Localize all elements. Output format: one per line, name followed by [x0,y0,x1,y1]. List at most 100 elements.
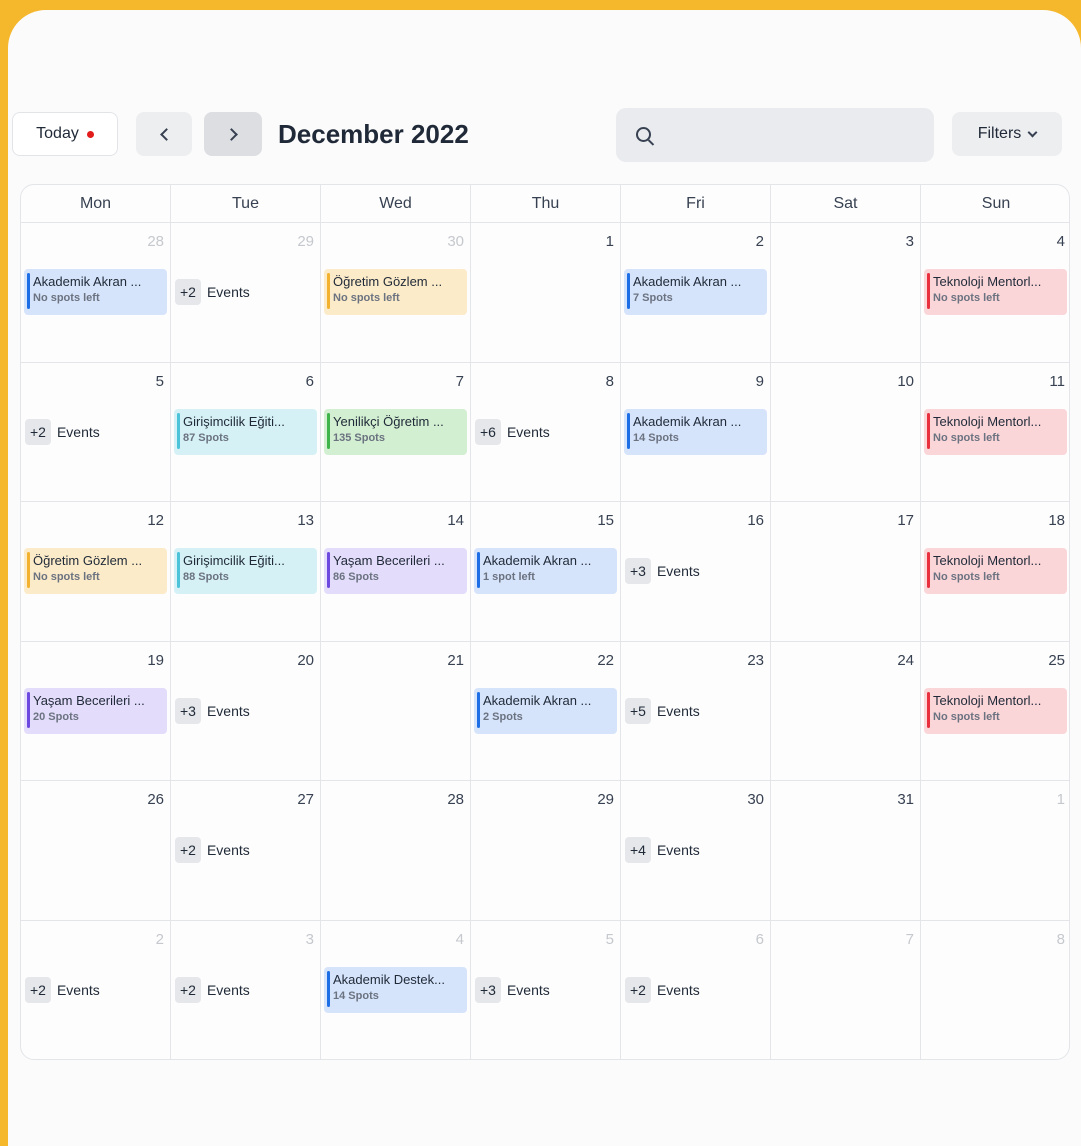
more-events-link[interactable]: +6 Events [475,418,550,445]
event-chip[interactable]: Öğretim Gözlem ... No spots left [24,548,167,594]
day-cell[interactable]: 6 +2 Events [621,920,771,1059]
event-title: Öğretim Gözlem ... [333,274,443,289]
day-cell[interactable]: 29 +2 Events [171,223,321,363]
day-cell[interactable]: 24 [771,641,921,781]
day-cell[interactable]: 7 [771,920,921,1059]
day-cell[interactable]: 17 [771,502,921,642]
more-events-link[interactable]: +2 Events [25,976,100,1003]
event-chip[interactable]: Yenilikçi Öğretim ... 135 Spots [324,408,467,455]
event-chip[interactable]: Akademik Akran ... 2 Spots [474,687,617,734]
day-cell[interactable]: 26 [21,781,171,921]
day-cell[interactable]: 7 Yenilikçi Öğretim ... 135 Spots [321,362,471,502]
event-spots: 86 Spots [333,571,379,583]
day-cell[interactable]: 28 Akademik Akran ... No spots left [21,223,171,363]
event-chip[interactable]: Akademik Destek... 14 Spots [324,966,467,1013]
more-events-label: Events [656,981,700,998]
day-number: 11 [1049,372,1065,390]
day-number: 30 [747,791,764,808]
more-events-count: +3 [625,558,651,584]
day-cell[interactable]: 3 [771,223,921,363]
day-cell[interactable]: 1 [471,223,621,363]
day-cell[interactable]: 13 Girişimcilik Eğiti... 88 Spots [171,502,321,642]
event-chip[interactable]: Teknoloji Mentorl... No spots left [924,269,1067,315]
more-events-count: +4 [625,837,651,863]
day-number: 29 [597,791,614,808]
event-title: Yaşam Becerileri ... [333,553,445,568]
day-cell[interactable]: 18 Teknoloji Mentorl... No spots left [921,502,1069,642]
day-cell[interactable]: 3 +2 Events [171,920,321,1059]
calendar-grid: 28 Akademik Akran ... No spots left 29 +2 Eve… [21,223,1069,1060]
event-title: Teknoloji Mentorl... [933,274,1042,289]
today-indicator-dot [86,130,94,138]
day-cell[interactable]: 11 Teknoloji Mentorl... No spots left [921,363,1069,502]
day-cell[interactable]: 8 +6 Events [471,362,621,502]
event-chip[interactable]: Akademik Akran ... 1 spot left [474,548,617,594]
more-events-label: Events [206,981,250,998]
more-events-link[interactable]: +3 Events [475,976,550,1003]
event-chip[interactable]: Akademik Akran ... 14 Spots [624,408,767,455]
event-chip[interactable]: Teknoloji Mentorl... No spots left [924,408,1067,455]
event-title: Akademik Akran ... [633,413,742,429]
event-title: Yenilikçi Öğretim ... [333,413,444,429]
day-cell[interactable]: 30 +4 Events [621,781,771,921]
filters-button[interactable]: Filters [952,112,1062,156]
day-cell[interactable]: 12 Öğretim Gözlem ... No spots left [21,502,171,642]
more-events-count: +5 [625,697,651,724]
next-month-button[interactable] [204,112,262,156]
previous-month-button[interactable] [136,112,192,156]
day-cell[interactable]: 6 Girişimcilik Eğiti... 87 Spots [171,362,321,502]
day-cell[interactable]: 16 +3 Events [621,502,771,642]
event-chip[interactable]: Akademik Akran ... No spots left [24,269,167,315]
event-chip[interactable]: Girişimcilik Eğiti... 87 Spots [174,408,317,455]
more-events-link[interactable]: +3 Events [625,558,700,584]
more-events-link[interactable]: +5 Events [625,697,700,724]
day-cell[interactable]: 1 [921,781,1069,921]
event-chip[interactable]: Akademik Akran ... 7 Spots [624,269,767,315]
search-icon [636,127,651,142]
event-chip[interactable]: Yaşam Becerileri ... 86 Spots [324,548,467,594]
event-chip[interactable]: Girişimcilik Eğiti... 88 Spots [174,548,317,594]
day-cell[interactable]: 30 Öğretim Gözlem ... No spots left [321,223,471,363]
day-cell[interactable]: 22 Akademik Akran ... 2 Spots [471,641,621,781]
day-cell[interactable]: 2 Akademik Akran ... 7 Spots [621,223,771,363]
event-chip[interactable]: Öğretim Gözlem ... No spots left [324,269,467,315]
more-events-link[interactable]: +2 Events [25,418,100,445]
day-cell[interactable]: 5 +2 Events [21,362,171,502]
more-events-link[interactable]: +2 Events [175,279,250,305]
day-cell[interactable]: 14 Yaşam Becerileri ... 86 Spots [321,502,471,642]
today-button[interactable]: Today [12,112,118,156]
day-cell[interactable]: 10 [771,362,921,502]
day-cell[interactable]: 23 +5 Events [621,641,771,781]
day-number: 16 [747,512,764,529]
event-chip[interactable]: Yaşam Becerileri ... 20 Spots [24,687,167,734]
more-events-link[interactable]: +2 Events [625,976,700,1003]
day-number: 4 [1056,233,1065,250]
day-cell[interactable]: 4 Akademik Destek... 14 Spots [321,920,471,1059]
day-cell[interactable]: 29 [471,781,621,921]
day-cell[interactable]: 28 [321,781,471,921]
day-cell[interactable]: 9 Akademik Akran ... 14 Spots [621,362,771,502]
more-events-link[interactable]: +2 Events [175,837,250,863]
day-cell[interactable]: 2 +2 Events [21,920,171,1059]
day-cell[interactable]: 5 +3 Events [471,920,621,1059]
day-cell[interactable]: 19 Yaşam Becerileri ... 20 Spots [21,641,171,781]
day-cell[interactable]: 8 [921,921,1069,1060]
more-events-link[interactable]: +3 Events [175,697,250,724]
day-cell[interactable]: 31 [771,781,921,921]
day-number: 18 [1048,512,1065,529]
day-cell[interactable]: 4 Teknoloji Mentorl... No spots left [921,223,1069,363]
event-chip[interactable]: Teknoloji Mentorl... No spots left [924,687,1067,734]
day-cell[interactable]: 25 Teknoloji Mentorl... No spots left [921,642,1069,781]
day-cell[interactable]: 27 +2 Events [171,781,321,921]
day-cell[interactable]: 20 +3 Events [171,641,321,781]
day-cell[interactable]: 15 Akademik Akran ... 1 spot left [471,502,621,642]
more-events-link[interactable]: +2 Events [175,976,250,1003]
day-number: 8 [1056,930,1065,948]
chevron-down-icon [1027,127,1038,137]
search-input[interactable] [616,108,934,162]
more-events-link[interactable]: +4 Events [625,837,700,863]
event-spots: No spots left [33,571,100,583]
day-number: 23 [747,651,764,669]
day-cell[interactable]: 21 [321,641,471,781]
event-chip[interactable]: Teknoloji Mentorl... No spots left [924,548,1067,594]
